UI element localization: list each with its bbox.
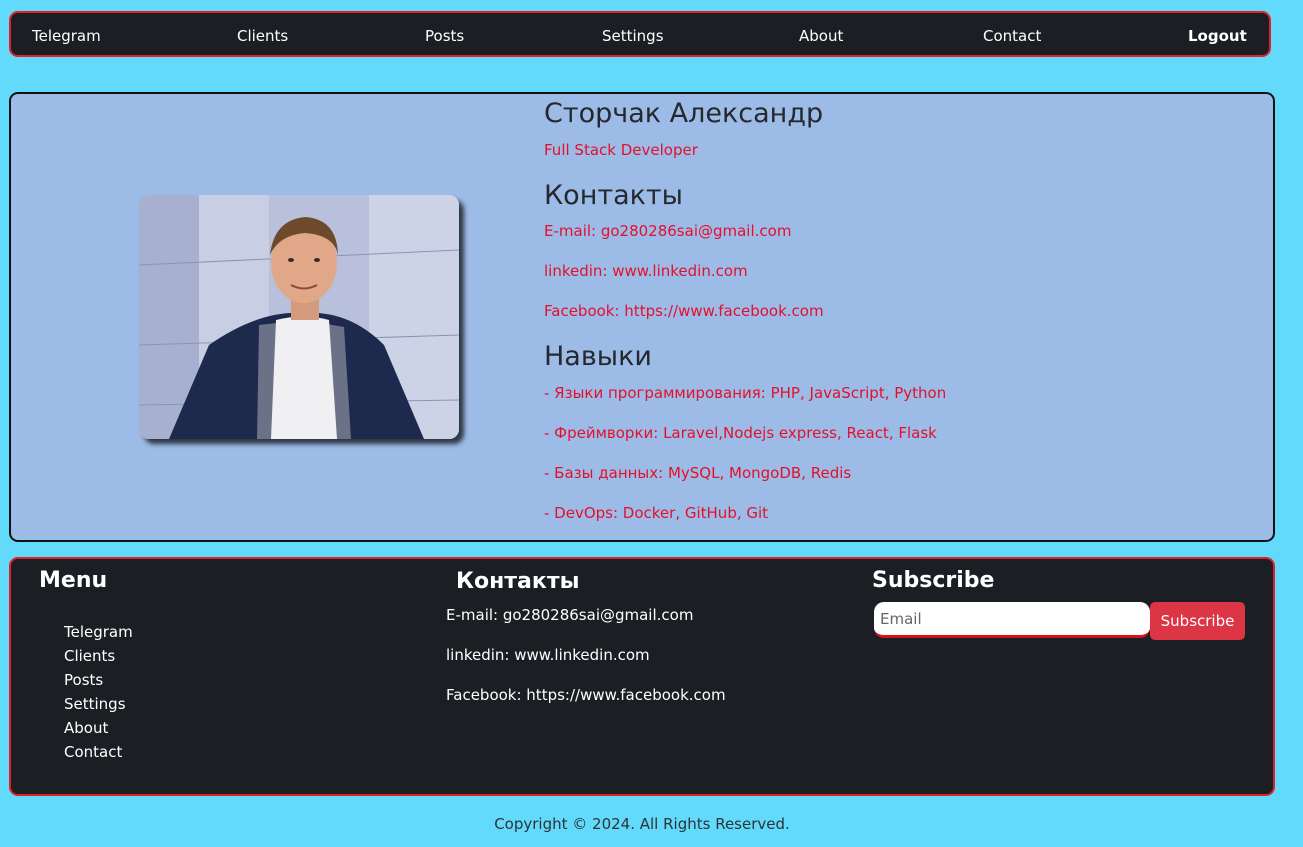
footer-contacts-heading: Контакты: [456, 569, 580, 594]
contact-facebook: Facebook: https://www.facebook.com: [544, 302, 824, 320]
footer-menu-item-clients[interactable]: Clients: [64, 647, 115, 665]
footer-menu-heading: Menu: [39, 568, 108, 593]
nav-link-settings[interactable]: Settings: [602, 27, 664, 45]
skill-databases: - Базы данных: MySQL, MongoDB, Redis: [544, 464, 852, 482]
profile-job-title: Full Stack Developer: [544, 141, 698, 159]
footer-menu-item-about[interactable]: About: [64, 719, 108, 737]
footer-subscribe-heading: Subscribe: [872, 568, 995, 593]
nav-link-contact[interactable]: Contact: [983, 27, 1041, 45]
contacts-heading: Контакты: [544, 180, 683, 211]
contact-email: E-mail: go280286sai@gmail.com: [544, 222, 792, 240]
profile-card: Сторчак Александр Full Stack Developer К…: [9, 92, 1275, 542]
skill-devops: - DevOps: Docker, GitHub, Git: [544, 504, 769, 522]
footer-menu-item-posts[interactable]: Posts: [64, 671, 103, 689]
skill-languages: - Языки программирования: PHP, JavaScrip…: [544, 384, 947, 402]
top-navbar: Telegram Clients Posts Settings About Co…: [9, 11, 1271, 57]
skills-heading: Навыки: [544, 341, 652, 372]
footer-menu-item-contact[interactable]: Contact: [64, 743, 122, 761]
profile-name: Сторчак Александр: [544, 98, 824, 129]
subscribe-button[interactable]: Subscribe: [1150, 602, 1245, 640]
nav-link-posts[interactable]: Posts: [425, 27, 464, 45]
skill-frameworks: - Фреймворки: Laravel,Nodejs express, Re…: [544, 424, 937, 442]
footer: Menu Telegram Clients Posts Settings Abo…: [9, 557, 1275, 796]
subscribe-email-input[interactable]: [874, 602, 1150, 638]
footer-contact-facebook: Facebook: https://www.facebook.com: [446, 686, 726, 704]
footer-contact-linkedin: linkedin: www.linkedin.com: [446, 646, 650, 664]
footer-menu-item-settings[interactable]: Settings: [64, 695, 126, 713]
portrait-illustration: [139, 195, 459, 439]
copyright-text: Copyright © 2024. All Rights Reserved.: [494, 815, 790, 833]
nav-link-logout[interactable]: Logout: [1188, 27, 1247, 45]
nav-link-clients[interactable]: Clients: [237, 27, 288, 45]
contact-linkedin: linkedin: www.linkedin.com: [544, 262, 748, 280]
footer-contact-email: E-mail: go280286sai@gmail.com: [446, 606, 694, 624]
profile-photo: [139, 195, 459, 439]
nav-link-about[interactable]: About: [799, 27, 843, 45]
nav-link-telegram[interactable]: Telegram: [32, 27, 101, 45]
footer-menu-item-telegram[interactable]: Telegram: [64, 623, 133, 641]
